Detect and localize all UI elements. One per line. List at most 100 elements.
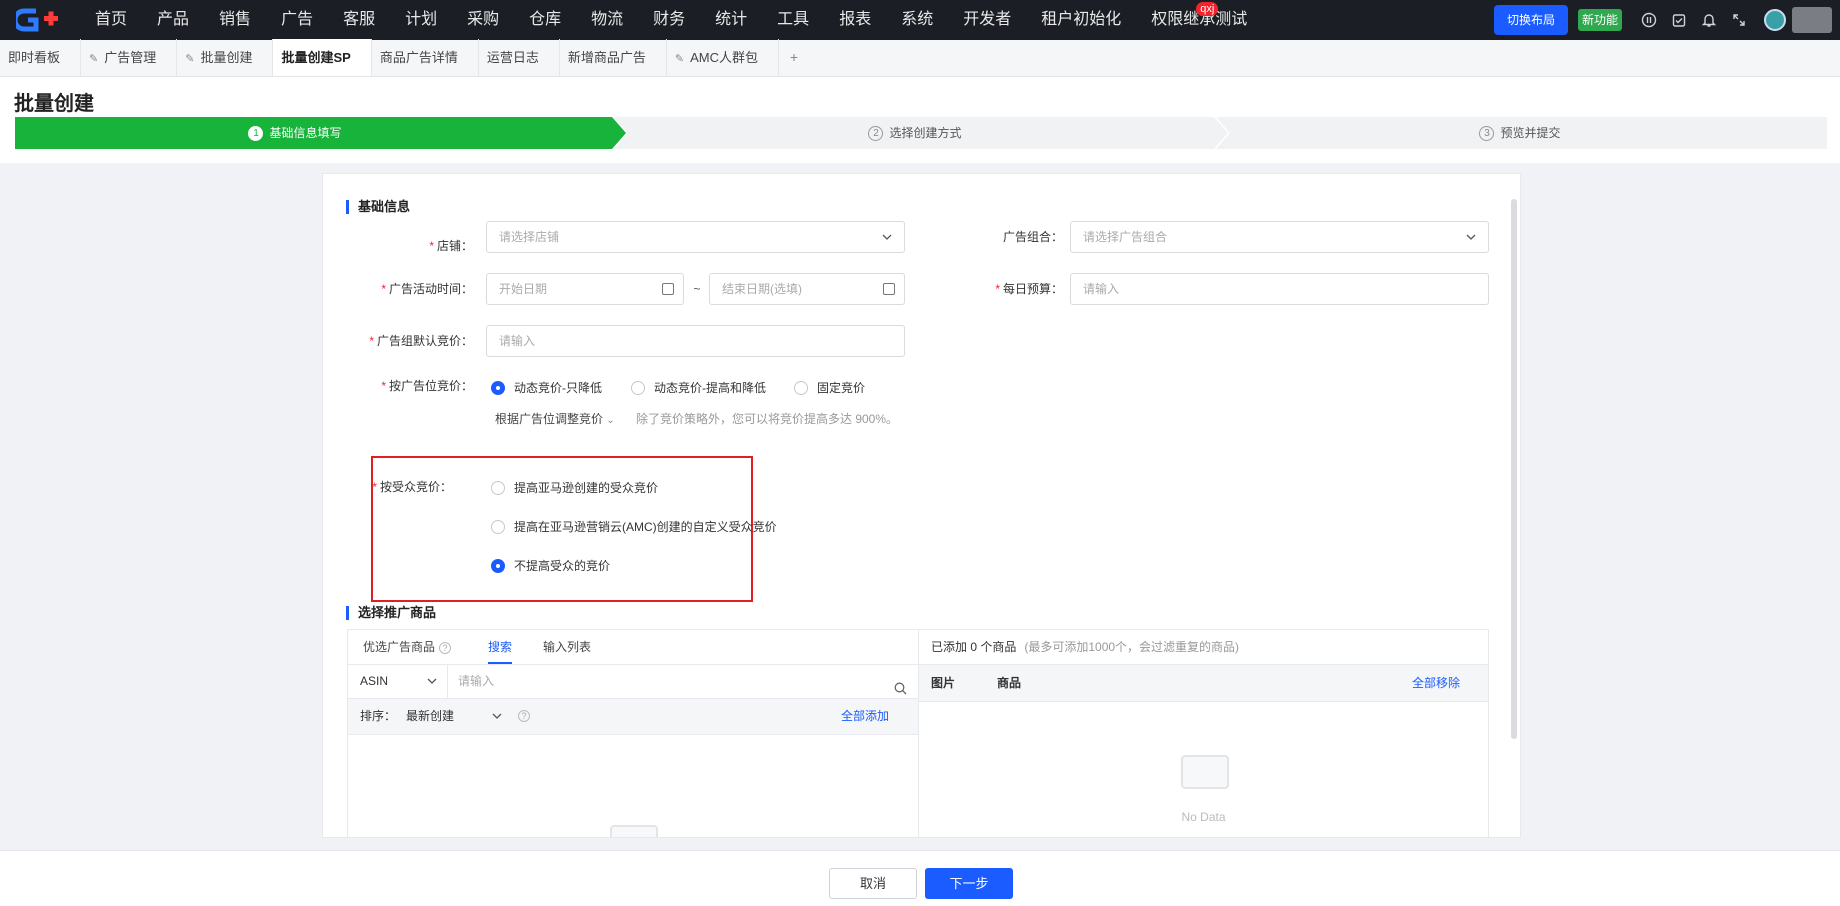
help-icon: ? (518, 710, 530, 722)
pin-icon: ✎ (89, 53, 99, 65)
default-bid-label: * 广告组默认竞价： (369, 334, 473, 348)
tab-4[interactable]: 商品广告详情 (372, 39, 479, 76)
nav-item-6[interactable]: 采购 (452, 0, 514, 40)
tab-0[interactable]: 即时看板 (0, 39, 82, 76)
empty-box-icon (1181, 755, 1229, 789)
radio-icon (491, 380, 505, 395)
form-card: 基础信息 * 店铺： 请选择店铺 广告组合： 请选择广告组合 * 广告活动时间： 开… (322, 173, 1521, 838)
tab-label: 广告管理 (104, 50, 157, 65)
nav-item-2[interactable]: 销售 (204, 0, 266, 40)
col-image: 图片 (931, 676, 956, 690)
product-search-panel: 优选广告商品? 搜索 输入列表 ASIN 请输入 排序： 最新创建 ? 全部添加 (347, 629, 919, 837)
tab-label: 新增商品广告 (567, 50, 646, 65)
tab-label: 运营日志 (486, 50, 539, 65)
shop-label: * 店铺： (429, 239, 473, 253)
radio-icon (631, 380, 645, 395)
placement-option-dynamic-down[interactable]: 动态竞价-只降低 (491, 379, 602, 396)
tab-label: 商品广告详情 (379, 50, 458, 65)
search-type-select[interactable]: ASIN (348, 665, 448, 698)
campaign-time-label: * 广告活动时间： (381, 282, 473, 296)
user-name-redacted[interactable] (1792, 7, 1832, 33)
nav-item-10[interactable]: 统计 (700, 0, 762, 40)
shop-select[interactable]: 请选择店铺 (486, 221, 905, 253)
nav-item-8[interactable]: 物流 (576, 0, 638, 40)
tab-7[interactable]: ✎ AMC人群包 (667, 39, 779, 76)
radio-icon (491, 480, 505, 495)
daily-budget-input[interactable]: 请输入 (1070, 273, 1489, 305)
nav-item-15[interactable]: 租户初始化 (1026, 0, 1136, 40)
tab-input-list[interactable]: 输入列表 (543, 630, 591, 664)
adjust-by-placement-toggle[interactable]: 根据广告位调整竞价 ⌄ (495, 410, 615, 427)
nav-item-0[interactable]: 首页 (80, 0, 142, 40)
page-tabs: 即时看板 ✎ 广告管理 ✎ 批量创建 批量创建SP 商品广告详情 运营日志 新增商品广告 ✎ AMC… (0, 39, 1840, 77)
footer-bar: 取消 下一步 (0, 850, 1840, 906)
top-nav: 首页 产品 销售 广告 客服 计划 采购 仓库 物流 财务 统计 工具 报表 系统 开发者 租户初始化 权限继承… (0, 0, 1840, 40)
help-icon: ? (439, 641, 452, 654)
tab-label: AMC人群包 (690, 50, 758, 65)
page-title: 批量创建 (14, 93, 94, 115)
placement-bid-label: * 按广告位竞价： (381, 379, 473, 393)
step-1: 1 基础信息填写 (15, 117, 575, 149)
adjust-hint: 除了竞价策略外，您可以将竞价提高多达 900%。 (636, 412, 899, 426)
logo-icon (16, 8, 58, 32)
cancel-button[interactable]: 取消 (829, 868, 917, 899)
nav-item-3[interactable]: 广告 (266, 0, 328, 40)
calendar-icon (883, 283, 895, 295)
add-tab-icon[interactable]: + (779, 39, 809, 76)
added-count: 已添加 0 个商品 (最多可添加1000个，会过滤重复的商品) (931, 640, 1240, 654)
switch-layout-button[interactable]: 切换布局 (1493, 5, 1568, 35)
sort-select[interactable]: 最新创建 (406, 699, 506, 734)
page-header: 批量创建 1 基础信息填写 2 选择创建方式 3 预览并提交 (0, 77, 1840, 163)
nav-item-12[interactable]: 报表 (824, 0, 886, 40)
tab-6[interactable]: 新增商品广告 (560, 39, 667, 76)
daily-budget-label: * 每日预算： (995, 282, 1063, 296)
step-progress: 1 基础信息填写 2 选择创建方式 3 预览并提交 (15, 117, 1827, 149)
calendar-icon (662, 283, 674, 295)
nav-item-14[interactable]: 开发者 (948, 0, 1026, 40)
bell-icon[interactable] (1694, 0, 1724, 40)
nav-item-13[interactable]: 系统 (886, 0, 948, 40)
tab-5[interactable]: 运营日志 (479, 39, 560, 76)
new-feature-button[interactable]: 新功能 (1577, 9, 1622, 31)
nav-item-9[interactable]: 财务 (638, 0, 700, 40)
nav-item-5[interactable]: 计划 (390, 0, 452, 40)
task-check-icon[interactable] (1664, 0, 1694, 40)
nav-item-1[interactable]: 产品 (142, 0, 204, 40)
add-all-link[interactable]: 全部添加 (841, 699, 889, 734)
end-date-input[interactable]: 结束日期(选填) (709, 273, 905, 305)
sort-row: 排序： 最新创建 ? 全部添加 (348, 698, 919, 735)
col-product: 商品 (997, 676, 1022, 690)
tab-label: 批量创建SP (281, 50, 351, 65)
audience-option-amazon[interactable]: 提高亚马逊创建的受众竞价 (491, 479, 658, 496)
radio-icon (491, 558, 505, 573)
default-bid-input[interactable]: 请输入 (486, 325, 905, 357)
next-step-button[interactable]: 下一步 (925, 868, 1013, 899)
tab-preferred-products[interactable]: 优选广告商品? (363, 630, 452, 664)
remove-all-link[interactable]: 全部移除 (1412, 665, 1460, 701)
tab-1[interactable]: ✎ 广告管理 (81, 39, 178, 76)
nav-item-16[interactable]: 权限继承测试 qxj (1136, 0, 1262, 40)
pause-icon[interactable] (1634, 0, 1664, 40)
main-menu: 首页 产品 销售 广告 客服 计划 采购 仓库 物流 财务 统计 工具 报表 系统 开发者 租户初始化 权限继承… (80, 0, 1262, 40)
fullscreen-icon[interactable] (1724, 0, 1754, 40)
tab-2[interactable]: ✎ 批量创建 (177, 39, 274, 76)
product-search-input[interactable]: 请输入 (448, 665, 919, 698)
scrollbar[interactable] (1511, 199, 1517, 739)
start-date-input[interactable]: 开始日期 (486, 273, 684, 305)
step-2: 2 选择创建方式 (615, 117, 1215, 149)
chevron-down-icon (492, 699, 502, 748)
nav-item-4[interactable]: 客服 (328, 0, 390, 40)
step-3: 3 预览并提交 (1220, 117, 1820, 149)
tab-3[interactable]: 批量创建SP (273, 39, 372, 76)
user-avatar[interactable] (1764, 9, 1786, 31)
portfolio-select[interactable]: 请选择广告组合 (1070, 221, 1489, 253)
nav-item-11[interactable]: 工具 (762, 0, 824, 40)
empty-box-icon (610, 825, 658, 837)
placement-option-fixed[interactable]: 固定竞价 (794, 379, 865, 396)
tab-search[interactable]: 搜索 (488, 630, 513, 664)
audience-option-amc[interactable]: 提高在亚马逊营销云(AMC)创建的自定义受众竞价 (491, 518, 777, 535)
audience-option-none[interactable]: 不提高受众的竞价 (491, 557, 610, 574)
placement-option-dynamic-up-down[interactable]: 动态竞价-提高和降低 (631, 379, 766, 396)
brand-logo[interactable] (10, 0, 66, 40)
nav-item-7[interactable]: 仓库 (514, 0, 576, 40)
